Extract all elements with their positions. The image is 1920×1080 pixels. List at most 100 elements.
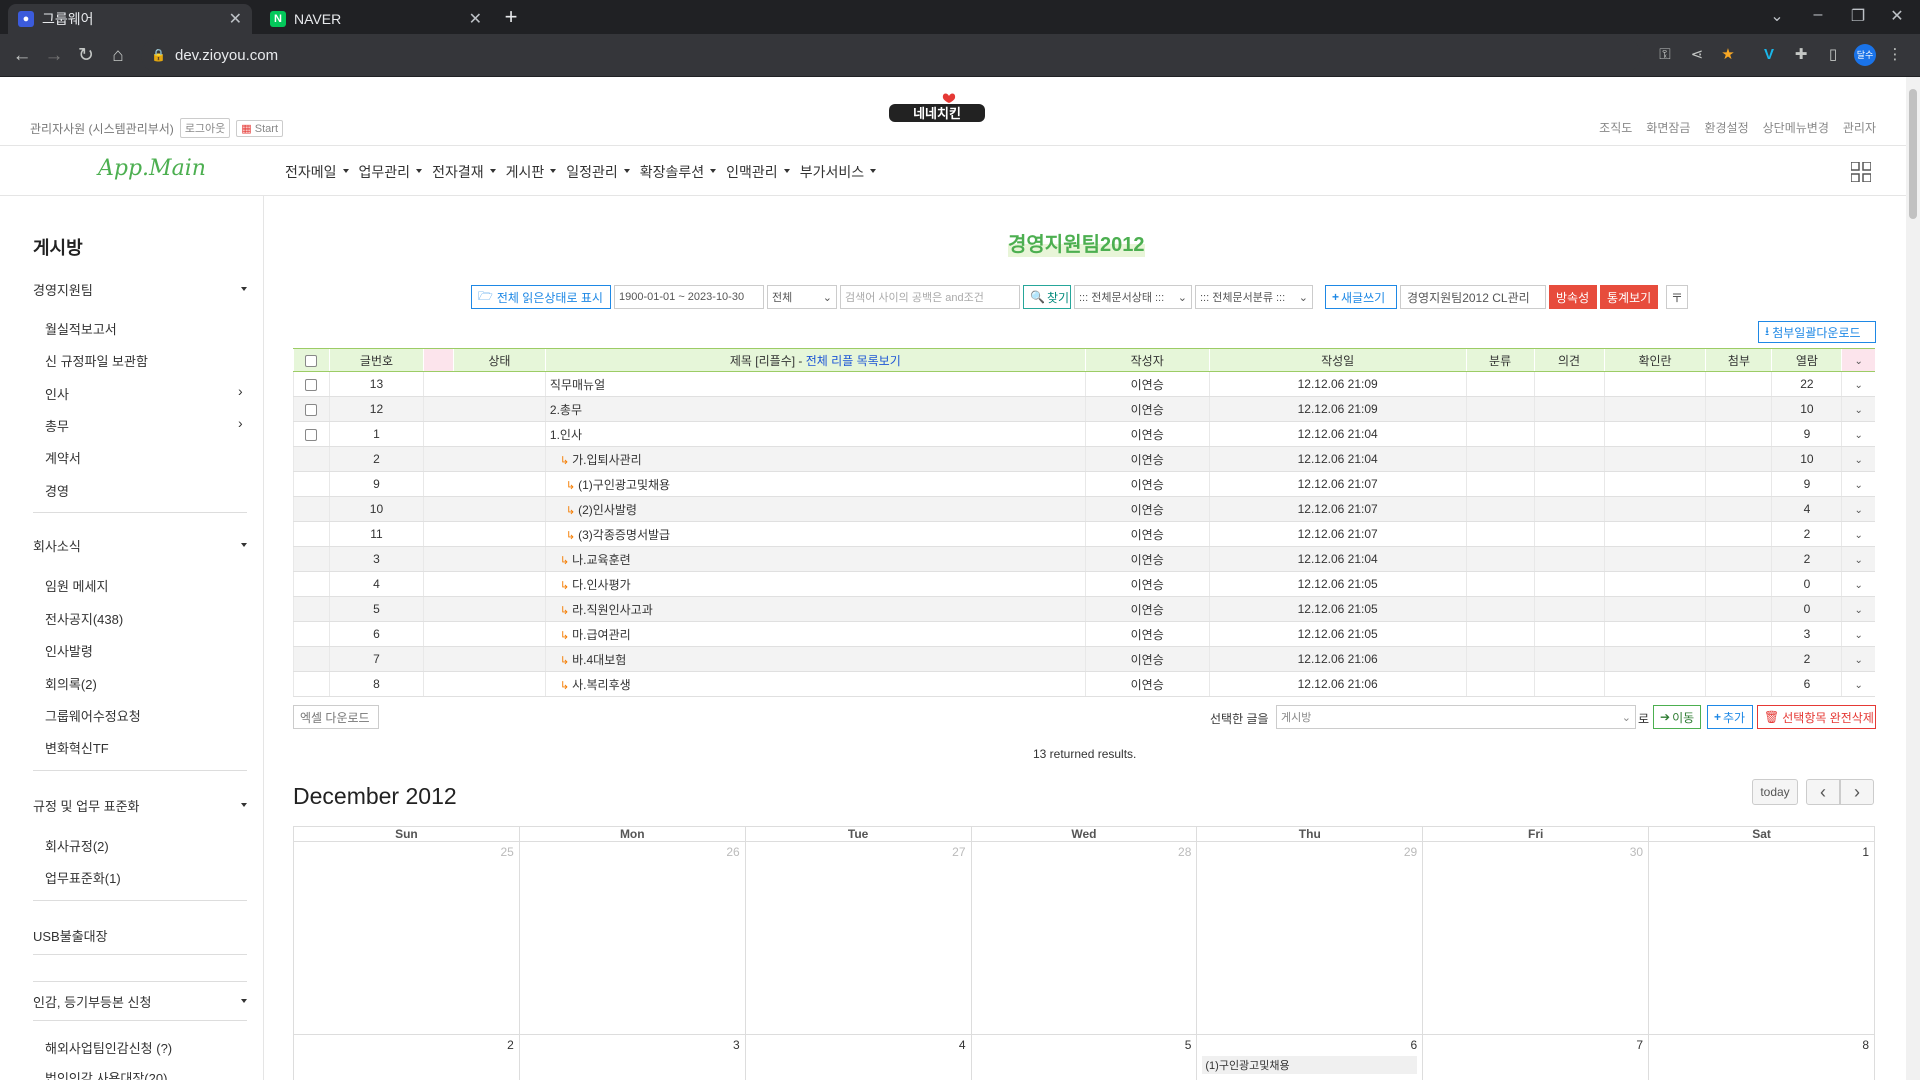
cell-subject[interactable]: ↳ (3)각종증명서발급: [544, 521, 1086, 547]
delete-selected-button[interactable]: 🗑 선택항목 완전삭제: [1757, 705, 1876, 729]
menu-extension[interactable]: 확장솔루션: [640, 162, 726, 182]
row-menu[interactable]: ⌄: [1841, 646, 1875, 672]
page-scrollbar[interactable]: [1906, 77, 1920, 1080]
menu-work[interactable]: 업무관리: [359, 162, 433, 182]
col-date[interactable]: 작성일: [1208, 348, 1467, 372]
share-icon[interactable]: ⋖: [1685, 43, 1709, 67]
menu-schedule[interactable]: 일정관리: [566, 162, 640, 182]
row-checkbox[interactable]: [305, 378, 318, 391]
bookmark-star-icon[interactable]: ★: [1716, 43, 1740, 67]
post-title[interactable]: 가.입퇴사관리: [572, 453, 642, 467]
sidebar-item-meeting-minutes[interactable]: 회의록(2): [45, 674, 97, 693]
table-row[interactable]: 12 2.총무 이연승 12.12.06 21:09 10 ⌄: [293, 396, 1875, 422]
calendar-day[interactable]: 8: [1648, 1034, 1875, 1080]
calendar-day[interactable]: 4: [744, 1034, 972, 1080]
sidebar-item-monthly-report[interactable]: 월실적보고서: [45, 319, 117, 338]
link-screen-lock[interactable]: 화면잠금: [1646, 119, 1690, 136]
col-views[interactable]: 열람: [1771, 348, 1842, 372]
sidebar-group-management-support[interactable]: 경영지원팀: [33, 277, 247, 301]
cl-manage-button[interactable]: 경영지원팀2012 CL관리: [1400, 285, 1546, 309]
table-row[interactable]: 11 ↳ (3)각종증명서발급 이연승 12.12.06 21:07 2 ⌄: [293, 521, 1875, 547]
sidebar-item-company-rules[interactable]: 회사규정(2): [45, 836, 109, 855]
post-title[interactable]: 2.총무: [550, 403, 582, 417]
new-post-button[interactable]: + 새글쓰기: [1325, 285, 1397, 309]
row-menu[interactable]: ⌄: [1841, 496, 1875, 522]
start-button[interactable]: ▦ Start: [236, 119, 283, 137]
row-checkbox[interactable]: [305, 428, 318, 441]
post-title[interactable]: (1)구인광고및채용: [578, 478, 670, 492]
chevron-right-icon[interactable]: ›: [238, 383, 243, 399]
cell-subject[interactable]: ↳ 바.4대보험: [544, 646, 1086, 672]
cell-subject[interactable]: ↳ (2)인사발령: [544, 496, 1086, 522]
cell-subject[interactable]: ↳ 다.인사평가: [544, 571, 1086, 597]
calendar-day[interactable]: 25: [293, 841, 520, 1035]
room-properties-button[interactable]: 방속성: [1549, 285, 1597, 309]
restore-icon[interactable]: ❐: [1845, 6, 1871, 28]
sidebar-item-company-notice[interactable]: 전사공지(438): [45, 609, 123, 628]
excel-download-button[interactable]: 엑셀 다운로드: [293, 705, 379, 729]
sidebar-group-seal-request[interactable]: 인감, 등기부등본 신청: [33, 989, 247, 1013]
post-title[interactable]: 마.급여관리: [572, 628, 631, 642]
menu-contacts[interactable]: 인맥관리: [726, 162, 800, 182]
sidebar-item-work-standards[interactable]: 업무표준화(1): [45, 868, 121, 887]
col-author[interactable]: 작성자: [1084, 348, 1210, 372]
cell-subject[interactable]: 1.인사: [544, 421, 1086, 447]
chevron-right-icon[interactable]: ›: [238, 415, 243, 431]
row-menu[interactable]: ⌄: [1841, 446, 1875, 472]
table-row[interactable]: 8 ↳ 사.복리후생 이연승 12.12.06 21:06 6 ⌄: [293, 671, 1875, 697]
menu-dots-icon[interactable]: ⋮: [1883, 43, 1907, 67]
attachments-download-button[interactable]: ⭳ 첨부일괄다운로드: [1758, 321, 1876, 343]
cell-subject[interactable]: ↳ 나.교육훈련: [544, 546, 1086, 572]
menu-email[interactable]: 전자메일: [285, 162, 359, 182]
move-button[interactable]: ➔ 이동: [1653, 705, 1701, 729]
new-tab-button[interactable]: +: [498, 4, 524, 30]
search-button[interactable]: 🔍 찾기: [1023, 285, 1071, 309]
add-button[interactable]: + 추가: [1707, 705, 1753, 729]
link-org-chart[interactable]: 조직도: [1599, 119, 1632, 136]
col-subject[interactable]: 제목 [리플수] - 전체 리플 목록보기: [544, 348, 1086, 372]
tab-search-icon[interactable]: ⌄: [1764, 6, 1790, 28]
stats-button[interactable]: 통계보기: [1600, 285, 1658, 309]
side-panel-icon[interactable]: ▯: [1821, 43, 1845, 67]
post-title[interactable]: 1.인사: [550, 428, 582, 442]
row-menu[interactable]: ⌄: [1841, 596, 1875, 622]
link-admin[interactable]: 관리자: [1843, 119, 1876, 136]
menu-approval[interactable]: 전자결재: [432, 162, 506, 182]
calendar-day[interactable]: 6 (1)구인광고및채용: [1196, 1034, 1424, 1080]
col-opinion[interactable]: 의견: [1533, 348, 1605, 372]
calendar-day[interactable]: 7: [1422, 1034, 1650, 1080]
search-input[interactable]: 검색어 사이의 공백은 and조건: [840, 285, 1020, 309]
sidebar-item-executive-message[interactable]: 임원 메세지: [45, 576, 108, 595]
cell-subject[interactable]: 2.총무: [544, 396, 1086, 422]
post-title[interactable]: 사.복리후생: [572, 678, 631, 692]
prev-month-button[interactable]: ‹: [1806, 779, 1840, 805]
close-tab-icon[interactable]: ✕: [469, 9, 482, 29]
cell-subject[interactable]: ↳ 가.입퇴사관리: [544, 446, 1086, 472]
calendar-day[interactable]: 2: [293, 1034, 520, 1080]
mark-all-read-button[interactable]: 🗁 전체 읽은상태로 표시: [471, 285, 611, 309]
sidebar-item-corporate-seal-ledger[interactable]: 법인인감 사용대장(20): [45, 1068, 167, 1080]
all-replies-link[interactable]: 전체 리플 목록보기: [806, 354, 901, 368]
row-menu[interactable]: ⌄: [1841, 621, 1875, 647]
row-checkbox[interactable]: [305, 403, 318, 416]
apps-grid-icon[interactable]: [1851, 162, 1871, 182]
back-icon[interactable]: ←: [8, 42, 36, 70]
date-range-field[interactable]: 1900-01-01 ~ 2023-10-30: [614, 285, 764, 309]
sidebar-item-contracts[interactable]: 계약서: [45, 448, 81, 467]
table-row[interactable]: 1 1.인사 이연승 12.12.06 21:04 9 ⌄: [293, 421, 1875, 447]
calendar-day[interactable]: 30: [1422, 841, 1650, 1035]
post-title[interactable]: (3)각종증명서발급: [578, 528, 670, 542]
row-menu[interactable]: ⌄: [1841, 571, 1875, 597]
company-logo[interactable]: 네네치킨: [887, 92, 987, 128]
vimeo-extension-icon[interactable]: V: [1757, 43, 1781, 67]
row-menu[interactable]: ⌄: [1841, 421, 1875, 447]
cell-subject[interactable]: ↳ 라.직원인사고과: [544, 596, 1086, 622]
post-title[interactable]: 라.직원인사고과: [572, 603, 653, 617]
row-menu[interactable]: ⌄: [1841, 671, 1875, 697]
sidebar-item-management[interactable]: 경영: [45, 481, 69, 500]
app-main-logo[interactable]: App.Main: [98, 156, 206, 181]
table-row[interactable]: 2 ↳ 가.입퇴사관리 이연승 12.12.06 21:04 10 ⌄: [293, 446, 1875, 472]
post-title[interactable]: (2)인사발령: [578, 503, 637, 517]
calendar-day[interactable]: 1: [1648, 841, 1875, 1035]
table-row[interactable]: 3 ↳ 나.교육훈련 이연승 12.12.06 21:04 2 ⌄: [293, 546, 1875, 572]
